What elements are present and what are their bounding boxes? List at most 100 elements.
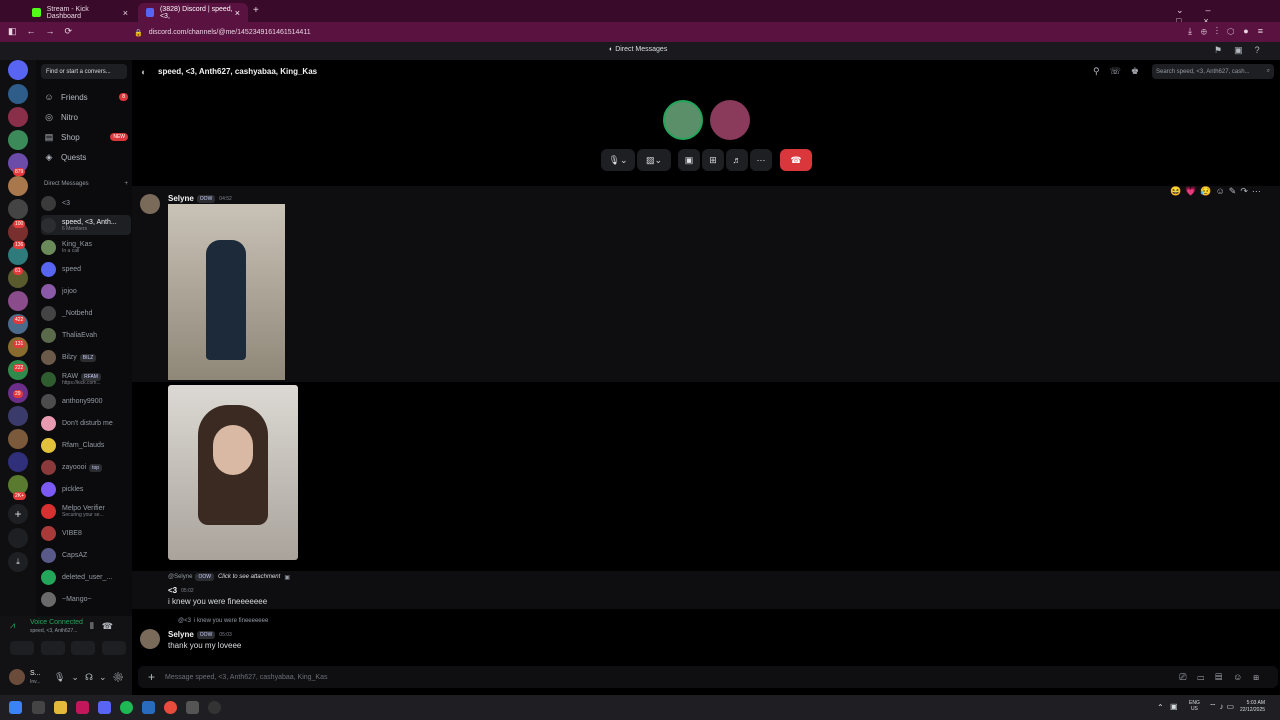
add-server-icon[interactable]: + (8, 504, 28, 524)
avatar[interactable] (9, 669, 25, 685)
dm-item[interactable]: VIBE8 (41, 523, 131, 543)
titlebar-icons[interactable]: ⚑▣? (1214, 45, 1272, 56)
voice-actions[interactable]: ⫴☎ (90, 621, 121, 632)
friends-icon: ☺ (44, 92, 54, 102)
url-field[interactable]: 🔒 discord.com/channels/@me/14523491614615… (134, 25, 1134, 40)
dm-item[interactable]: King_Kas In a call (41, 237, 131, 257)
dm-item[interactable]: CapsAZ (41, 545, 131, 565)
language-indicator[interactable]: ENG US (1189, 700, 1200, 712)
find-conversation-input[interactable]: Find or start a convers... (41, 64, 127, 79)
dm-item[interactable]: Rfam_Clauds (41, 435, 131, 455)
mute-button[interactable]: 🎙⌄ (601, 149, 635, 171)
dm-name: speed (62, 265, 82, 273)
avatar (41, 481, 56, 497)
reply-preview[interactable]: @<3 i knew you were fineeeeeee (178, 618, 268, 624)
server-icon[interactable] (8, 199, 28, 219)
server-icon[interactable] (8, 429, 28, 449)
tab-discord[interactable]: (3828) Discord | speed, <3, × (138, 3, 248, 22)
image-attachment[interactable] (168, 204, 285, 380)
sidebar-item-shop[interactable]: ▤ Shop NEW (44, 129, 128, 145)
discover-icon[interactable] (8, 528, 28, 548)
dm-item[interactable]: <3 (41, 193, 131, 213)
disconnect-button[interactable]: ☎ (780, 149, 812, 171)
reply-preview[interactable]: @Selyne OOW Click to see attachment ▣ (168, 573, 290, 581)
clock[interactable]: 5:03 AM 22/12/2025 (1240, 700, 1265, 714)
browser-icon[interactable] (76, 701, 89, 714)
dm-item[interactable]: Don't disturb me (41, 413, 131, 433)
avatar (41, 283, 56, 299)
call-participant-avatar[interactable] (663, 100, 703, 140)
avatar[interactable] (140, 194, 160, 214)
spotify-icon[interactable] (120, 701, 133, 714)
dm-name: <3 (62, 199, 70, 207)
sidebar-item-friends[interactable]: ☺ Friends 8 (44, 89, 128, 105)
tray-icon[interactable]: ▣ (1170, 702, 1178, 711)
new-dm-icon[interactable]: + (124, 181, 128, 187)
windows-start-icon[interactable] (9, 701, 22, 714)
screenshare-button[interactable] (40, 641, 65, 655)
search-input[interactable]: Search speed, <3, Anth627, cash... ⌕ (1152, 64, 1274, 79)
message-hover-bg (132, 186, 1280, 382)
dm-item[interactable]: RAW RFAM https://kick.com... (41, 369, 131, 389)
app-icon[interactable] (186, 701, 199, 714)
tray-chevron-icon[interactable]: ⌃ (1157, 703, 1164, 712)
discord-taskbar-icon[interactable] (98, 701, 111, 714)
server-icon[interactable] (8, 84, 28, 104)
screenshare-button[interactable]: ▣ (678, 149, 700, 171)
close-tab-icon[interactable]: × (235, 8, 240, 18)
server-icon[interactable] (8, 130, 28, 150)
add-attachment-icon[interactable]: + (148, 670, 155, 684)
close-tab-icon[interactable]: × (123, 8, 128, 18)
activities-button[interactable] (71, 641, 96, 655)
sidebar-item-nitro[interactable]: ◎ Nitro (44, 109, 128, 125)
obs-icon[interactable] (208, 701, 221, 714)
activities-button[interactable]: ⊞ (702, 149, 724, 171)
image-attachment[interactable] (168, 385, 298, 560)
soundboard-button[interactable]: ♬ (726, 149, 748, 171)
dm-item[interactable]: ThaliaEvah (41, 325, 131, 345)
server-icon[interactable] (8, 176, 28, 196)
soundboard-button[interactable] (101, 641, 126, 655)
avatar (41, 261, 56, 277)
dm-item[interactable]: pickles (41, 479, 131, 499)
dm-item[interactable]: anthony9900 (41, 391, 131, 411)
app-icon[interactable] (164, 701, 177, 714)
search-icon: ⌕ (1266, 68, 1270, 74)
app-icon[interactable] (142, 701, 155, 714)
server-icon[interactable] (8, 291, 28, 311)
download-icon[interactable]: ⤓ (8, 552, 28, 572)
dm-item[interactable]: speed, <3, Anth... 6 Members (41, 215, 131, 235)
dm-item[interactable]: jojoo (41, 281, 131, 301)
video-button[interactable] (10, 641, 34, 655)
dm-item[interactable]: Melpo Verifier Securing your se... (41, 501, 131, 521)
dm-item[interactable]: speed (41, 259, 131, 279)
tab-kick[interactable]: Stream - Kick Dashboard × (24, 3, 136, 22)
header-icons[interactable]: ⚲☏♚ (1093, 66, 1149, 77)
composer-icons[interactable]: ⎚▭▤☺⊞ (1179, 672, 1270, 683)
avatar[interactable] (140, 629, 160, 649)
avatar (41, 195, 56, 211)
user-controls[interactable]: 🎙⌄☊⌄⚙ (54, 672, 130, 683)
browser-toolbar-icons[interactable]: ⤓⊕⋮⬡●≡ (1188, 26, 1272, 37)
avatar (41, 371, 56, 387)
sidebar-item-quests[interactable]: ◈ Quests (44, 149, 128, 165)
message-input[interactable]: + Message speed, <3, Anth627, cashyabaa,… (138, 666, 1278, 688)
new-tab-button[interactable]: + (253, 5, 259, 16)
file-explorer-icon[interactable] (54, 701, 67, 714)
server-icon[interactable] (8, 452, 28, 472)
tray-icons[interactable]: ⌔♪▭ (1209, 702, 1237, 712)
dm-item[interactable]: ~Mango~ (41, 589, 131, 609)
server-icon[interactable] (8, 107, 28, 127)
call-participant-avatar[interactable] (710, 100, 750, 140)
nav-buttons[interactable]: ◧←→⟳ (8, 26, 82, 37)
dm-item[interactable]: _Notbehd (41, 303, 131, 323)
dm-item[interactable]: Bilzy BILZ (41, 347, 131, 367)
dm-item[interactable]: deleted_user_... (41, 567, 131, 587)
message-actions[interactable]: 😆💗😥☺✎↷⋯ (1170, 186, 1265, 197)
camera-button[interactable]: ▨⌄ (637, 149, 671, 171)
dm-item[interactable]: zayoooi top (41, 457, 131, 477)
more-button[interactable]: ⋯ (750, 149, 772, 171)
server-icon[interactable] (8, 406, 28, 426)
task-view-icon[interactable] (32, 701, 45, 714)
home-icon[interactable] (8, 60, 28, 80)
